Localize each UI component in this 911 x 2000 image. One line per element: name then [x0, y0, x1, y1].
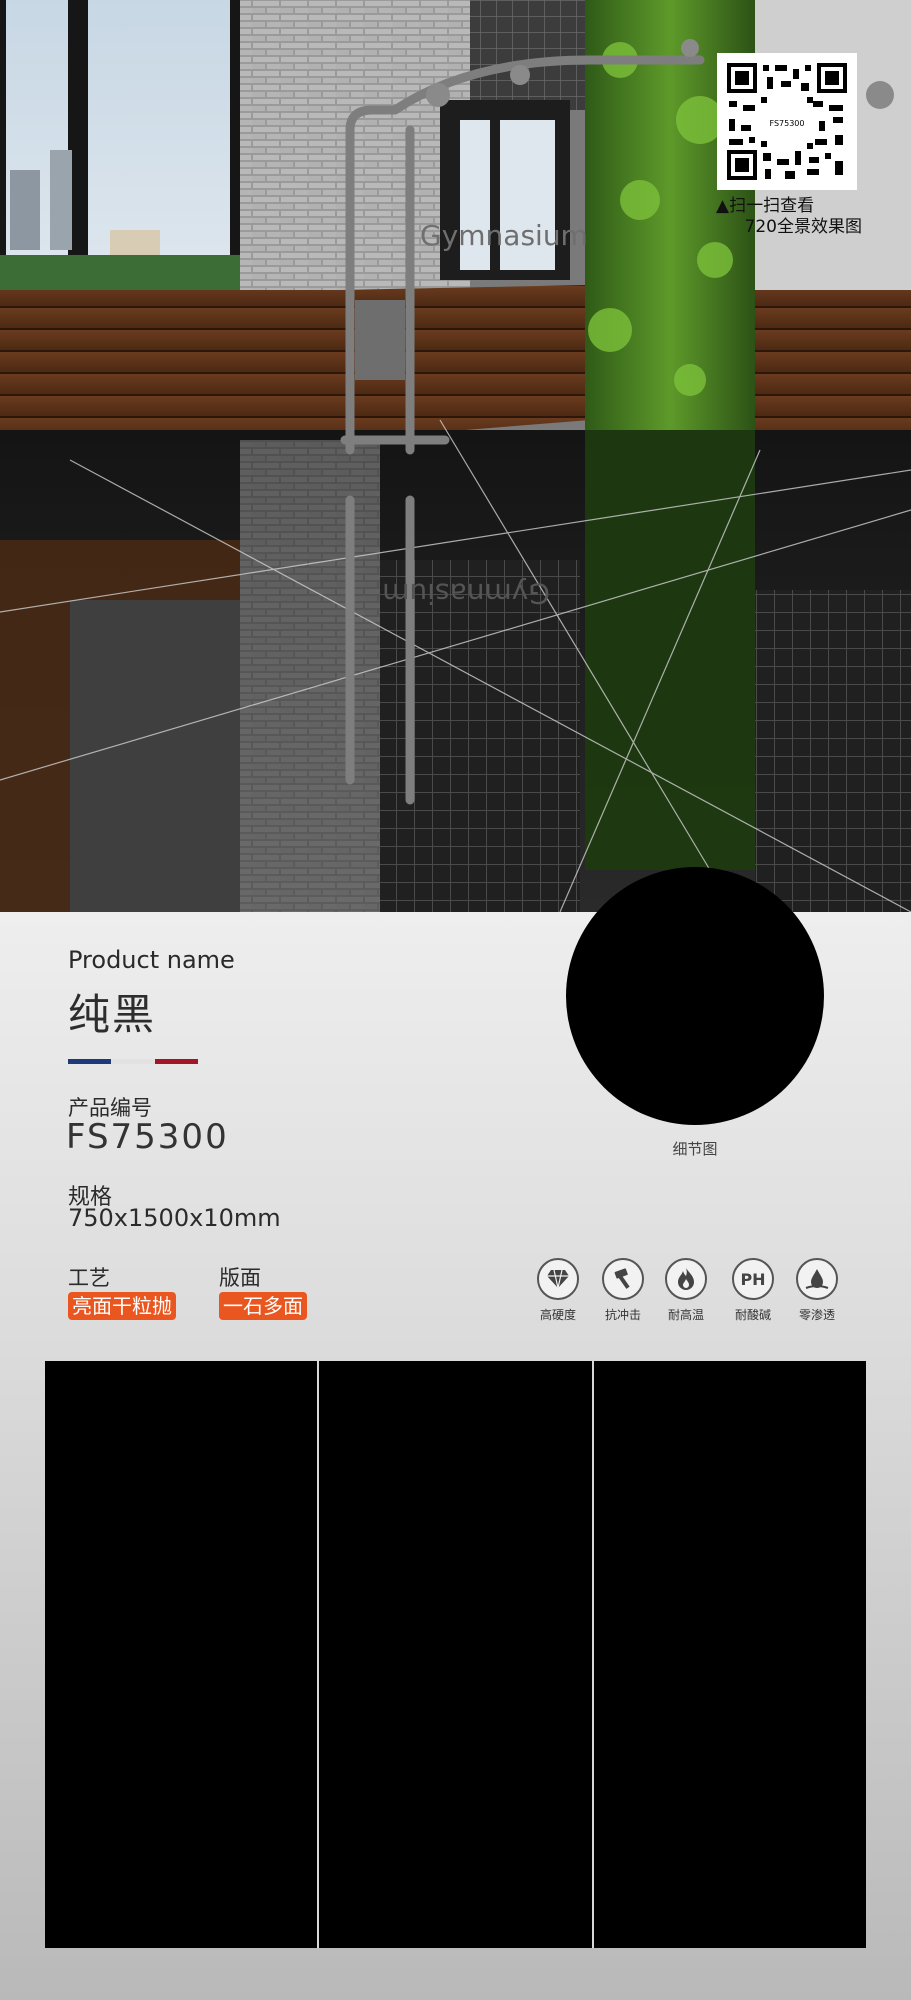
flag-stripe-red [154, 1059, 198, 1064]
surface-tag: 一石多面 [219, 1292, 307, 1320]
product-name: 纯黑 [68, 990, 157, 1039]
qr-code-icon: FS75300 [725, 61, 849, 182]
craft-label: 工艺 [68, 1266, 110, 1290]
gym-wall-sign: Gymnasium [420, 219, 588, 252]
flame-icon [665, 1258, 707, 1300]
diamond-icon [537, 1258, 579, 1300]
qr-caption: ▲扫一扫查看 720全景效果图 [716, 196, 862, 238]
detail-label: 细节图 [672, 1140, 718, 1158]
gym-wall-sign-reflection: Gymnasium [382, 577, 550, 610]
feature-heat: 耐高温 [654, 1258, 718, 1323]
flag-stripe-white [111, 1059, 155, 1064]
feature-label: 耐酸碱 [734, 1308, 771, 1322]
feature-label: 零渗透 [798, 1308, 835, 1322]
detail-swatch [566, 867, 824, 1125]
feature-waterproof: 零渗透 [785, 1258, 849, 1323]
feature-hardness: 高硬度 [526, 1258, 590, 1323]
tile-panel [593, 1361, 866, 1948]
hammer-icon [602, 1258, 644, 1300]
feature-impact: 抗冲击 [591, 1258, 655, 1323]
qr-code-card[interactable]: FS75300 [717, 53, 857, 190]
tile-panel [319, 1361, 592, 1948]
flag-stripe-blue [68, 1059, 112, 1064]
ph-symbol: PH [740, 1269, 766, 1289]
spec-value: 750x1500x10mm [68, 1204, 281, 1232]
flag-stripe-divider [68, 1059, 198, 1064]
qr-caption-line1: ▲扫一扫查看 [716, 196, 815, 216]
feature-label: 高硬度 [539, 1308, 576, 1322]
water-drop-icon [796, 1258, 838, 1300]
feature-label: 耐高温 [667, 1308, 704, 1322]
hero-scene-image: Gymnasium Gymnasium FS75300 ▲扫一扫查看 720全景… [0, 0, 911, 912]
surface-label: 版面 [219, 1266, 261, 1290]
qr-inner-code: FS75300 [770, 119, 805, 128]
qr-caption-line2: 720全景效果图 [744, 217, 862, 237]
feature-acid: PH 耐酸碱 [721, 1258, 785, 1323]
product-code: FS75300 [66, 1117, 229, 1157]
product-name-label: Product name [68, 946, 235, 974]
tile-panel-preview [45, 1361, 866, 1948]
craft-tag: 亮面干粒抛 [68, 1292, 176, 1320]
tile-panel [45, 1361, 318, 1948]
feature-label: 抗冲击 [604, 1308, 641, 1322]
ph-icon: PH [732, 1258, 774, 1300]
